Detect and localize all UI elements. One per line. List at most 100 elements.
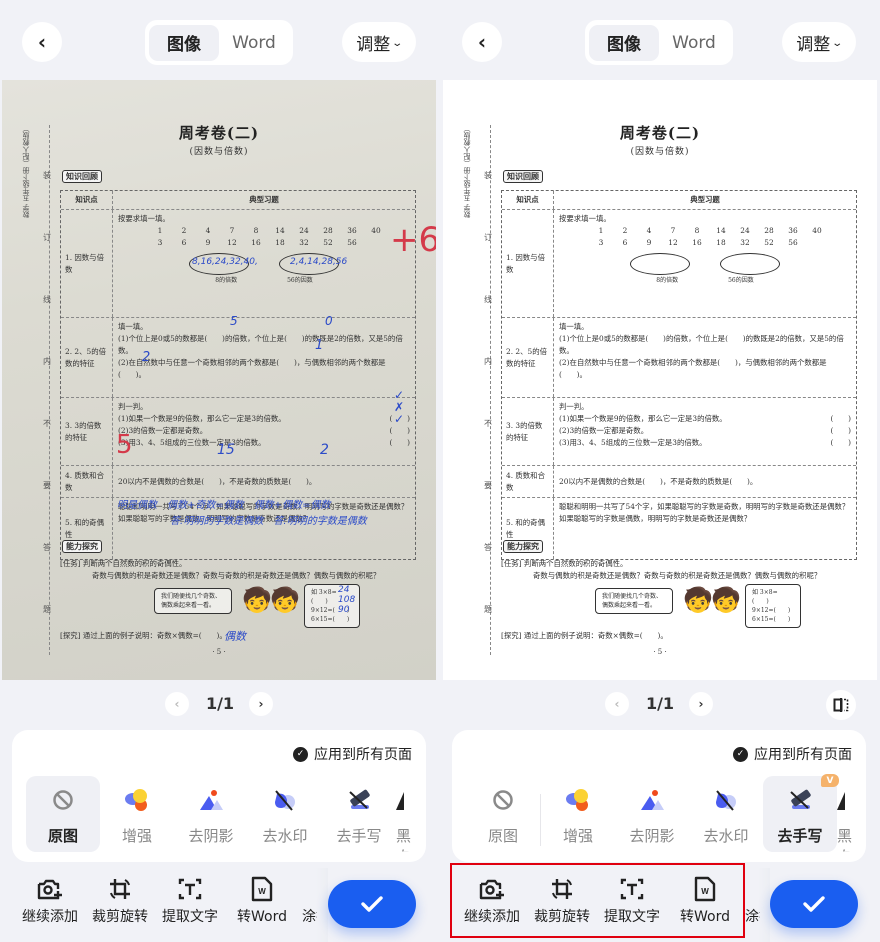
document-preview[interactable]: 数学 五年级下册（配人教版） 周考卷(二) (因数与倍数) 知识回顾 知识点 典… [443, 80, 877, 680]
extract-text-icon [617, 876, 647, 902]
to-word-button[interactable]: W 转Word [237, 876, 287, 926]
answer-oval [720, 253, 780, 275]
tab-image[interactable]: 图像 [589, 24, 659, 61]
binding-mark: 线 [43, 295, 51, 304]
add-photo-icon [477, 876, 507, 902]
extract-text-button[interactable]: 提取文字 [604, 876, 660, 926]
remove-watermark-icon [271, 788, 299, 812]
page-number: · 5 · [212, 648, 226, 656]
binding-mark: 订 [43, 233, 51, 242]
number-cell: 3 [598, 238, 604, 247]
page-number: · 5 · [653, 648, 667, 656]
filter-remove-watermark[interactable]: 去水印 [689, 776, 763, 852]
number-cell: 18 [716, 238, 726, 247]
page-indicator: 1/1 [205, 694, 235, 713]
binding-mark: 题 [484, 605, 492, 614]
binding-mark: 答 [43, 543, 51, 552]
next-page-button[interactable]: › [689, 692, 713, 716]
number-cell: 24 [299, 226, 309, 235]
confirm-button[interactable] [328, 880, 416, 928]
filter-original[interactable]: 原图 [26, 776, 100, 852]
checkmark-icon [361, 896, 383, 912]
right-screen: ‹ 图像 Word 调整 ⌄ 数学 五年级下册（配人教版） 周考卷(二) (因数… [440, 0, 880, 942]
red-score-mark: +6 [390, 220, 436, 260]
adjust-dropdown[interactable]: 调整 ⌄ [782, 22, 856, 62]
cartoon-kid: 🧒 [683, 586, 713, 614]
number-cell: 40 [812, 226, 822, 235]
crop-rotate-button[interactable]: 裁剪旋转 [534, 876, 590, 926]
add-photo-icon [35, 876, 65, 902]
filter-remove-shadow[interactable]: 去阴影 [615, 776, 689, 852]
tab-word[interactable]: Word [219, 25, 289, 61]
extract-text-button[interactable]: 提取文字 [162, 876, 218, 926]
filter-remove-handwriting[interactable]: V 去手写 [763, 774, 839, 852]
binding-mark: 题 [43, 605, 51, 614]
word-file-icon: W [247, 876, 277, 902]
compare-button[interactable] [826, 690, 856, 720]
adjust-dropdown[interactable]: 调整 ⌄ [342, 22, 416, 62]
word-file-icon: W [690, 876, 720, 902]
table-row: 2. 2、5的倍数的特征 填一填。 (1)个位上是0或5的数都是( )的倍数，个… [502, 317, 856, 397]
exam-subtitle: (因数与倍数) [189, 147, 249, 157]
binding-mark: 答 [484, 543, 492, 552]
number-cell: 14 [716, 226, 726, 235]
examples-box: 如 3×8=( ) 9×12=( ) 6×15=( ) [304, 584, 360, 628]
filter-list: 原图 增强 去阴影 去水印 去手写 黑白 [26, 776, 426, 852]
table-row: 4. 质数和合数 20以内不是偶数的合数是( )，不是奇数的质数是( )。 [502, 465, 856, 497]
tab-image[interactable]: 图像 [149, 24, 219, 61]
prev-page-button[interactable]: ‹ [605, 692, 629, 716]
filter-panel: ✓ 应用到所有页面 原图 增强 去阴影 去水印 V 去手写 黑 [452, 730, 866, 862]
black-white-icon [396, 788, 406, 812]
back-button[interactable]: ‹ [22, 22, 62, 62]
filter-black-white[interactable]: 黑白 [396, 776, 416, 852]
prev-page-button[interactable]: ‹ [165, 692, 189, 716]
filter-black-white[interactable]: 黑白 [837, 776, 857, 852]
to-word-button[interactable]: W 转Word [680, 876, 730, 926]
smear-button[interactable]: 涂抹 [302, 876, 317, 926]
page-navigator: ‹ 1/1 › [0, 692, 440, 720]
table-row: 3. 3的倍数的特征 判一判。 (1)如果一个数是9的倍数，那么它一定是3的倍数… [61, 397, 415, 465]
apply-all-pages-checkbox[interactable]: ✓ 应用到所有页面 [293, 744, 412, 764]
number-cell: 9 [646, 238, 652, 247]
filter-enhance[interactable]: 增强 [100, 776, 174, 852]
extract-text-icon [175, 876, 205, 902]
enhance-icon [123, 788, 151, 812]
check-circle-icon: ✓ [293, 746, 308, 762]
crop-rotate-button[interactable]: 裁剪旋转 [92, 876, 148, 926]
smear-icon [302, 876, 317, 902]
remove-watermark-icon [712, 788, 740, 812]
number-cell: 16 [251, 238, 261, 247]
binding-mark: 内 [43, 357, 51, 366]
filter-original[interactable]: 原图 [466, 776, 540, 852]
table-row: 3. 3的倍数的特征 判一判。 (1)如果一个数是9的倍数，那么它一定是3的倍数… [502, 397, 856, 465]
filter-remove-watermark[interactable]: 去水印 [248, 776, 322, 852]
tab-word[interactable]: Word [659, 25, 729, 61]
binding-mark: 不 [484, 419, 492, 428]
chevron-right-icon: › [698, 697, 704, 711]
filter-enhance[interactable]: 增强 [541, 776, 615, 852]
number-cell: 56 [347, 238, 357, 247]
remove-shadow-icon [197, 788, 225, 812]
check-circle-icon: ✓ [733, 746, 748, 762]
exam-subtitle: (因数与倍数) [630, 147, 690, 157]
chevron-left-icon: ‹ [37, 30, 47, 54]
filter-remove-handwriting[interactable]: 去手写 [322, 776, 396, 852]
filter-remove-shadow[interactable]: 去阴影 [174, 776, 248, 852]
chevron-left-icon: ‹ [477, 30, 487, 54]
number-row: 3 6 9 12 16 18 32 52 56 [118, 237, 410, 249]
enhance-icon [564, 788, 592, 812]
back-button[interactable]: ‹ [462, 22, 502, 62]
black-white-icon [837, 788, 847, 812]
number-cell: 14 [275, 226, 285, 235]
binding-mark: 内 [484, 357, 492, 366]
cartoon-kid: 🧒 [270, 586, 300, 614]
continue-add-button[interactable]: 继续添加 [464, 876, 520, 926]
number-cell: 36 [347, 226, 357, 235]
binding-line [49, 125, 50, 655]
next-page-button[interactable]: › [249, 692, 273, 716]
no-filter-icon [49, 788, 77, 812]
continue-add-button[interactable]: 继续添加 [22, 876, 78, 926]
document-preview[interactable]: 数学 五年级下册（配人教版） 周考卷(二) (因数与倍数) 知识回顾 知识点 典… [2, 80, 436, 680]
apply-all-pages-checkbox[interactable]: ✓ 应用到所有页面 [733, 744, 852, 764]
confirm-button[interactable] [770, 880, 858, 928]
